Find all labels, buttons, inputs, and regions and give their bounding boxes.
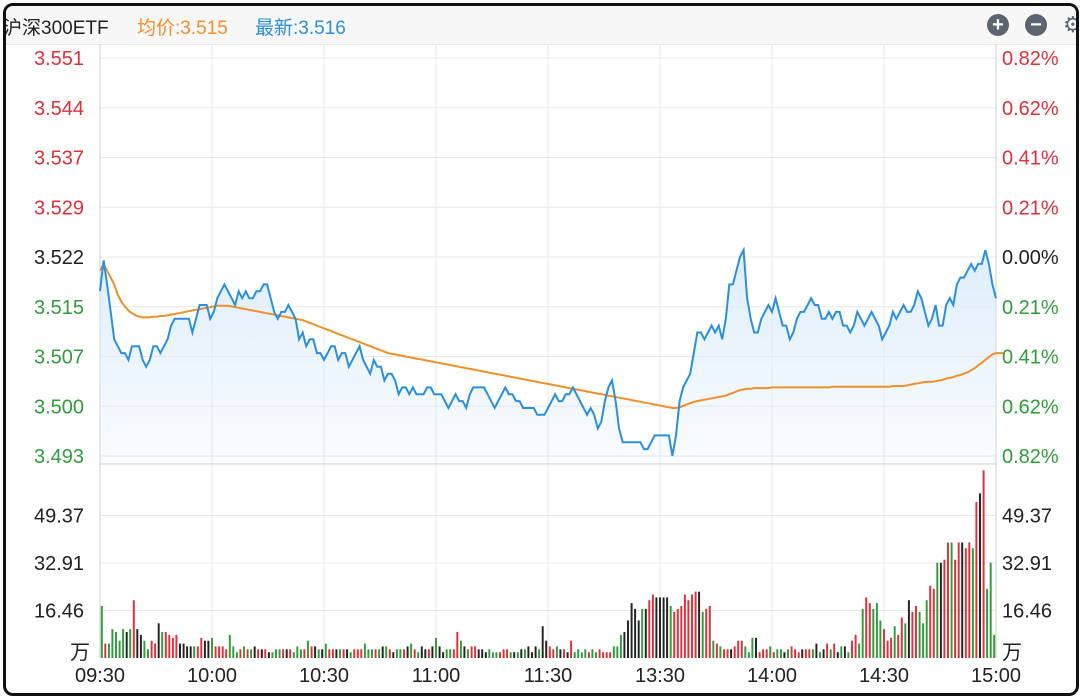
price-tick-label: 3.537 <box>34 148 84 170</box>
percent-tick-label: 0.62% <box>1002 396 1059 418</box>
time-tick-label: 10:00 <box>187 665 237 687</box>
price-tick-label: 3.544 <box>34 98 84 120</box>
percent-tick-label: 0.41% <box>1002 148 1059 170</box>
time-tick-label: 09:30 <box>75 665 125 687</box>
percent-tick-label: 0.00% <box>1002 247 1059 269</box>
volume-tick-label: 32.91 <box>1002 553 1052 575</box>
time-tick-label: 11:00 <box>412 665 461 687</box>
volume-tick-label: 49.37 <box>1002 505 1052 527</box>
price-tick-label: 3.515 <box>34 297 84 319</box>
percent-tick-label: 0.82% <box>1002 48 1059 70</box>
time-tick-label: 11:30 <box>524 665 573 687</box>
price-tick-label: 3.493 <box>34 446 84 468</box>
volume-unit-label: 万 <box>1002 642 1022 664</box>
volume-tick-label: 16.46 <box>34 600 84 622</box>
volume-tick-label: 32.91 <box>34 553 84 575</box>
percent-tick-label: 0.82% <box>1002 446 1059 468</box>
time-tick-label: 14:00 <box>747 665 797 687</box>
price-tick-label: 3.500 <box>34 396 84 418</box>
price-tick-label: 3.522 <box>34 247 84 269</box>
percent-tick-label: 0.62% <box>1002 98 1059 120</box>
price-tick-label: 3.507 <box>34 347 84 369</box>
percent-tick-label: 0.41% <box>1002 347 1059 369</box>
time-tick-label: 15:00 <box>971 665 1021 687</box>
price-tick-label: 3.551 <box>34 48 84 70</box>
volume-unit-label: 万 <box>70 642 90 664</box>
intraday-chart: 3.551 0.82% 3.544 0.62% 3.537 0.41% 3.529 0.21%… <box>34 44 1059 687</box>
time-tick-label: 10:30 <box>299 665 349 687</box>
price-tick-label: 3.529 <box>34 197 84 219</box>
time-tick-label: 14:30 <box>859 665 909 687</box>
volume-tick-label: 16.46 <box>1002 600 1052 622</box>
time-tick-label: 13:30 <box>635 665 685 687</box>
chart-window: 沪深300ETF 均价:3.515 最新:3.516 + − ⚙ 3.5510.… <box>3 3 1079 696</box>
percent-tick-label: 0.21% <box>1002 297 1059 319</box>
percent-tick-label: 0.21% <box>1002 197 1059 219</box>
volume-tick-label: 49.37 <box>34 505 84 527</box>
